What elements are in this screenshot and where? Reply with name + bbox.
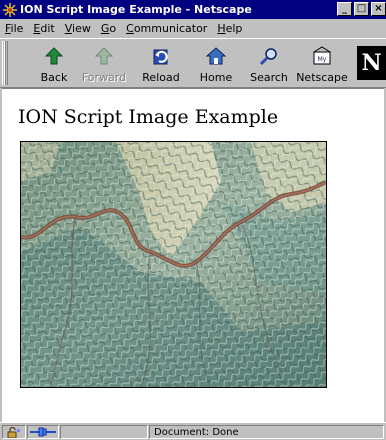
menu-bar: File Edit View Go Communicator Help (0, 19, 386, 38)
back-button[interactable]: Back (29, 43, 79, 85)
navigation-toolbar: Back Forward Reload Home Search My Netsc… (0, 38, 386, 88)
home-button[interactable]: Home (191, 43, 241, 85)
page-heading: ION Script Image Example (18, 106, 279, 128)
menu-view[interactable]: View (60, 22, 96, 35)
forward-arrow-icon (94, 47, 114, 65)
connection-indicator (27, 425, 59, 439)
minimize-icon: _ (342, 3, 347, 14)
my-netscape-icon: My (313, 46, 331, 65)
close-button[interactable]: × (371, 2, 386, 16)
status-bar: Document: Done (0, 422, 386, 440)
back-arrow-icon (44, 47, 64, 65)
reload-icon (153, 49, 168, 65)
reload-button[interactable]: Reload (136, 43, 186, 85)
page-content: ION Script Image Example (2, 88, 384, 422)
netscape-button[interactable]: My Netscape (296, 43, 348, 85)
security-lock-indicator[interactable] (2, 425, 26, 439)
menu-go[interactable]: Go (96, 22, 121, 35)
home-icon (205, 47, 227, 65)
menu-communicator[interactable]: Communicator (121, 22, 212, 35)
search-button[interactable]: Search (244, 43, 294, 85)
forward-button[interactable]: Forward (79, 43, 129, 85)
window-title: ION Script Image Example - Netscape (20, 3, 252, 16)
lock-icon (7, 426, 20, 438)
status-message: Document: Done (149, 425, 384, 439)
minimize-button[interactable]: _ (337, 2, 352, 16)
plug-icon (30, 427, 56, 437)
netscape-logo[interactable]: N (357, 46, 386, 80)
title-bar: ION Script Image Example - Netscape _ □ … (0, 0, 386, 19)
netscape-app-icon[interactable] (3, 2, 17, 17)
maximize-button[interactable]: □ (354, 2, 369, 16)
maximize-icon: □ (356, 3, 367, 14)
toolbar-grip[interactable] (2, 41, 8, 85)
menu-file[interactable]: File (0, 22, 28, 35)
menu-edit[interactable]: Edit (28, 22, 59, 35)
close-icon: × (374, 3, 383, 14)
menu-help[interactable]: Help (212, 22, 247, 35)
progress-meter (60, 425, 148, 439)
svg-text:My: My (318, 56, 327, 63)
terrain-image (20, 141, 327, 388)
search-icon (259, 48, 277, 66)
